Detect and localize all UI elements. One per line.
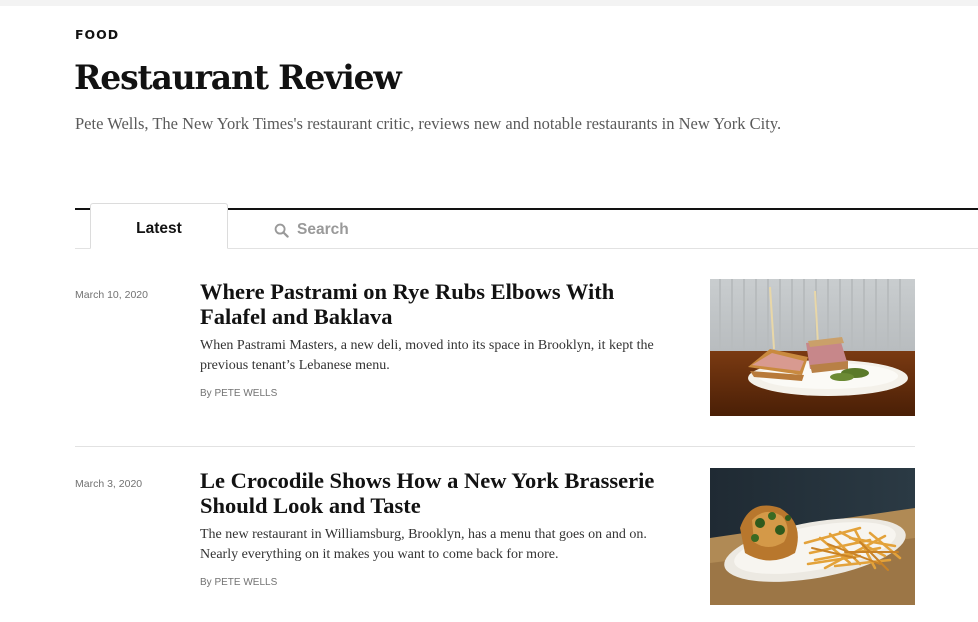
search-icon xyxy=(274,223,289,238)
article-byline: By PETE WELLS xyxy=(200,388,278,399)
article-date: March 3, 2020 xyxy=(75,478,143,490)
article-byline: By PETE WELLS xyxy=(200,577,278,588)
tab-latest-label: Latest xyxy=(136,220,182,237)
article-date: March 10, 2020 xyxy=(75,289,148,301)
section-kicker[interactable]: FOOD xyxy=(75,27,119,42)
page-description: Pete Wells, The New York Times's restaur… xyxy=(75,114,782,133)
article-thumbnail[interactable] xyxy=(710,279,915,416)
article-summary: When Pastrami Masters, a new deli, moved… xyxy=(200,338,654,373)
article-divider xyxy=(75,446,915,447)
article-summary: The new restaurant in Williamsburg, Broo… xyxy=(200,527,647,562)
pastrami-sandwich-photo xyxy=(710,279,915,416)
article-headline[interactable]: Where Pastrami on Rye Rubs Elbows With F… xyxy=(200,279,680,329)
article-thumbnail[interactable] xyxy=(710,468,915,605)
page-title: Restaurant Review xyxy=(74,58,402,98)
tab-search[interactable]: Search xyxy=(274,218,349,242)
chicken-and-fries-photo xyxy=(710,468,915,605)
top-bar xyxy=(0,0,978,6)
article-headline[interactable]: Le Crocodile Shows How a New York Brasse… xyxy=(200,468,680,518)
tab-search-label: Search xyxy=(297,221,349,238)
tab-latest[interactable]: Latest xyxy=(90,203,228,249)
